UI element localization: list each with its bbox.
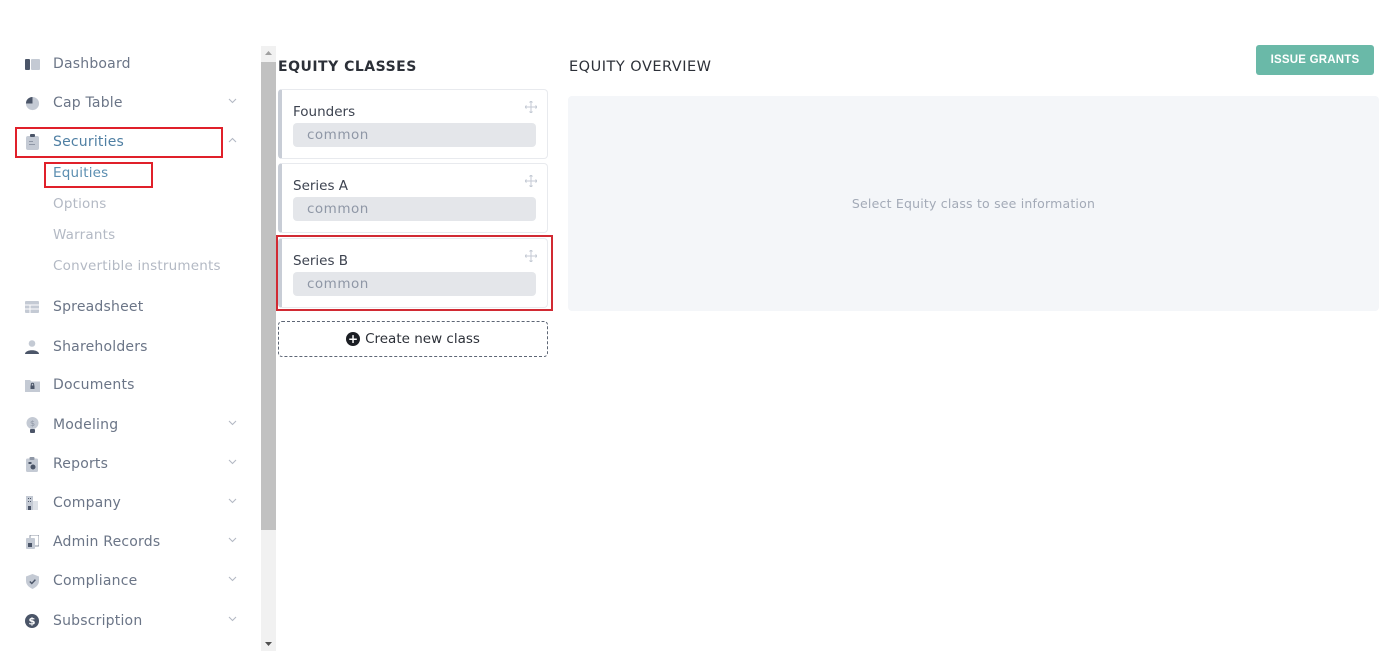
sidebar-item-spreadsheet[interactable]: Spreadsheet (24, 294, 242, 320)
clipboard-icon (24, 134, 40, 150)
equity-class-card-series-a[interactable]: Series A common (278, 163, 548, 233)
sidebar-item-reports[interactable]: Reports (24, 451, 242, 477)
shield-check-icon (24, 573, 40, 589)
sidebar-item-documents[interactable]: Documents (24, 372, 242, 398)
folder-lock-icon (24, 377, 40, 393)
sidebar-item-securities[interactable]: Securities (24, 129, 242, 155)
issue-grants-button[interactable]: ISSUE GRANTS (1256, 45, 1374, 75)
create-new-class-label: Create new class (365, 331, 480, 347)
sidebar-item-compliance[interactable]: Compliance (24, 568, 242, 594)
sidebar-item-modeling[interactable]: $ Modeling (24, 412, 242, 438)
sidebar-subitem-convertible-instruments[interactable]: Convertible instruments (53, 258, 221, 274)
sidebar-subitem-warrants[interactable]: Warrants (53, 227, 115, 243)
chevron-down-icon[interactable] (226, 534, 238, 546)
equity-class-card-founders[interactable]: Founders common (278, 89, 548, 159)
report-icon (24, 456, 40, 472)
equity-overview-panel: Select Equity class to see information (568, 96, 1379, 311)
sidebar-item-company[interactable]: Company (24, 490, 242, 516)
drag-move-icon[interactable] (524, 172, 538, 188)
scroll-up-arrow-icon[interactable] (261, 46, 276, 60)
sidebar-item-dashboard[interactable]: Dashboard (24, 51, 242, 77)
sidebar-item-shareholders[interactable]: Shareholders (24, 334, 242, 360)
class-name: Founders (293, 104, 356, 120)
chevron-down-icon[interactable] (226, 573, 238, 585)
plus-circle-icon: + (346, 332, 361, 346)
sidebar-item-cap-table[interactable]: Cap Table (24, 90, 242, 116)
scroll-thumb[interactable] (261, 62, 276, 530)
chevron-up-icon[interactable] (226, 134, 238, 146)
table-icon (24, 299, 40, 315)
equity-overview-title: EQUITY OVERVIEW (569, 59, 712, 75)
create-new-class-button[interactable]: + Create new class (278, 321, 548, 357)
vertical-scrollbar[interactable] (261, 46, 276, 651)
empty-state-message: Select Equity class to see information (851, 196, 1096, 211)
chevron-down-icon[interactable] (226, 456, 238, 468)
lightbulb-dollar-icon: $ (24, 416, 40, 433)
chevron-down-icon[interactable] (226, 495, 238, 507)
sidebar-item-subscription[interactable]: $ Subscription (24, 608, 242, 634)
class-type-badge: common (293, 123, 536, 147)
class-type-badge: common (293, 197, 536, 221)
pie-chart-icon (24, 95, 40, 111)
sidebar-subitem-options[interactable]: Options (53, 196, 107, 212)
sidebar: Dashboard Cap Table Securities Equities … (0, 0, 258, 660)
scroll-down-arrow-icon[interactable] (261, 637, 276, 651)
drag-move-icon[interactable] (524, 247, 538, 263)
records-icon (24, 534, 40, 550)
chevron-down-icon[interactable] (226, 613, 238, 625)
chevron-down-icon[interactable] (226, 95, 238, 107)
equity-classes-title: EQUITY CLASSES (278, 59, 417, 75)
class-name: Series B (293, 253, 349, 269)
svg-text:$: $ (29, 617, 36, 628)
chevron-down-icon[interactable] (226, 417, 238, 429)
class-name: Series A (293, 178, 349, 194)
building-icon (24, 495, 40, 511)
class-type-badge: common (293, 272, 536, 296)
sidebar-subitem-equities[interactable]: Equities (53, 165, 108, 181)
drag-move-icon[interactable] (524, 98, 538, 114)
user-icon (24, 339, 40, 355)
dashboard-icon (24, 56, 40, 72)
svg-text:$: $ (29, 419, 34, 428)
equity-class-card-series-b[interactable]: Series B common (278, 238, 548, 308)
dollar-circle-icon: $ (24, 613, 40, 629)
sidebar-item-admin-records[interactable]: Admin Records (24, 529, 242, 555)
